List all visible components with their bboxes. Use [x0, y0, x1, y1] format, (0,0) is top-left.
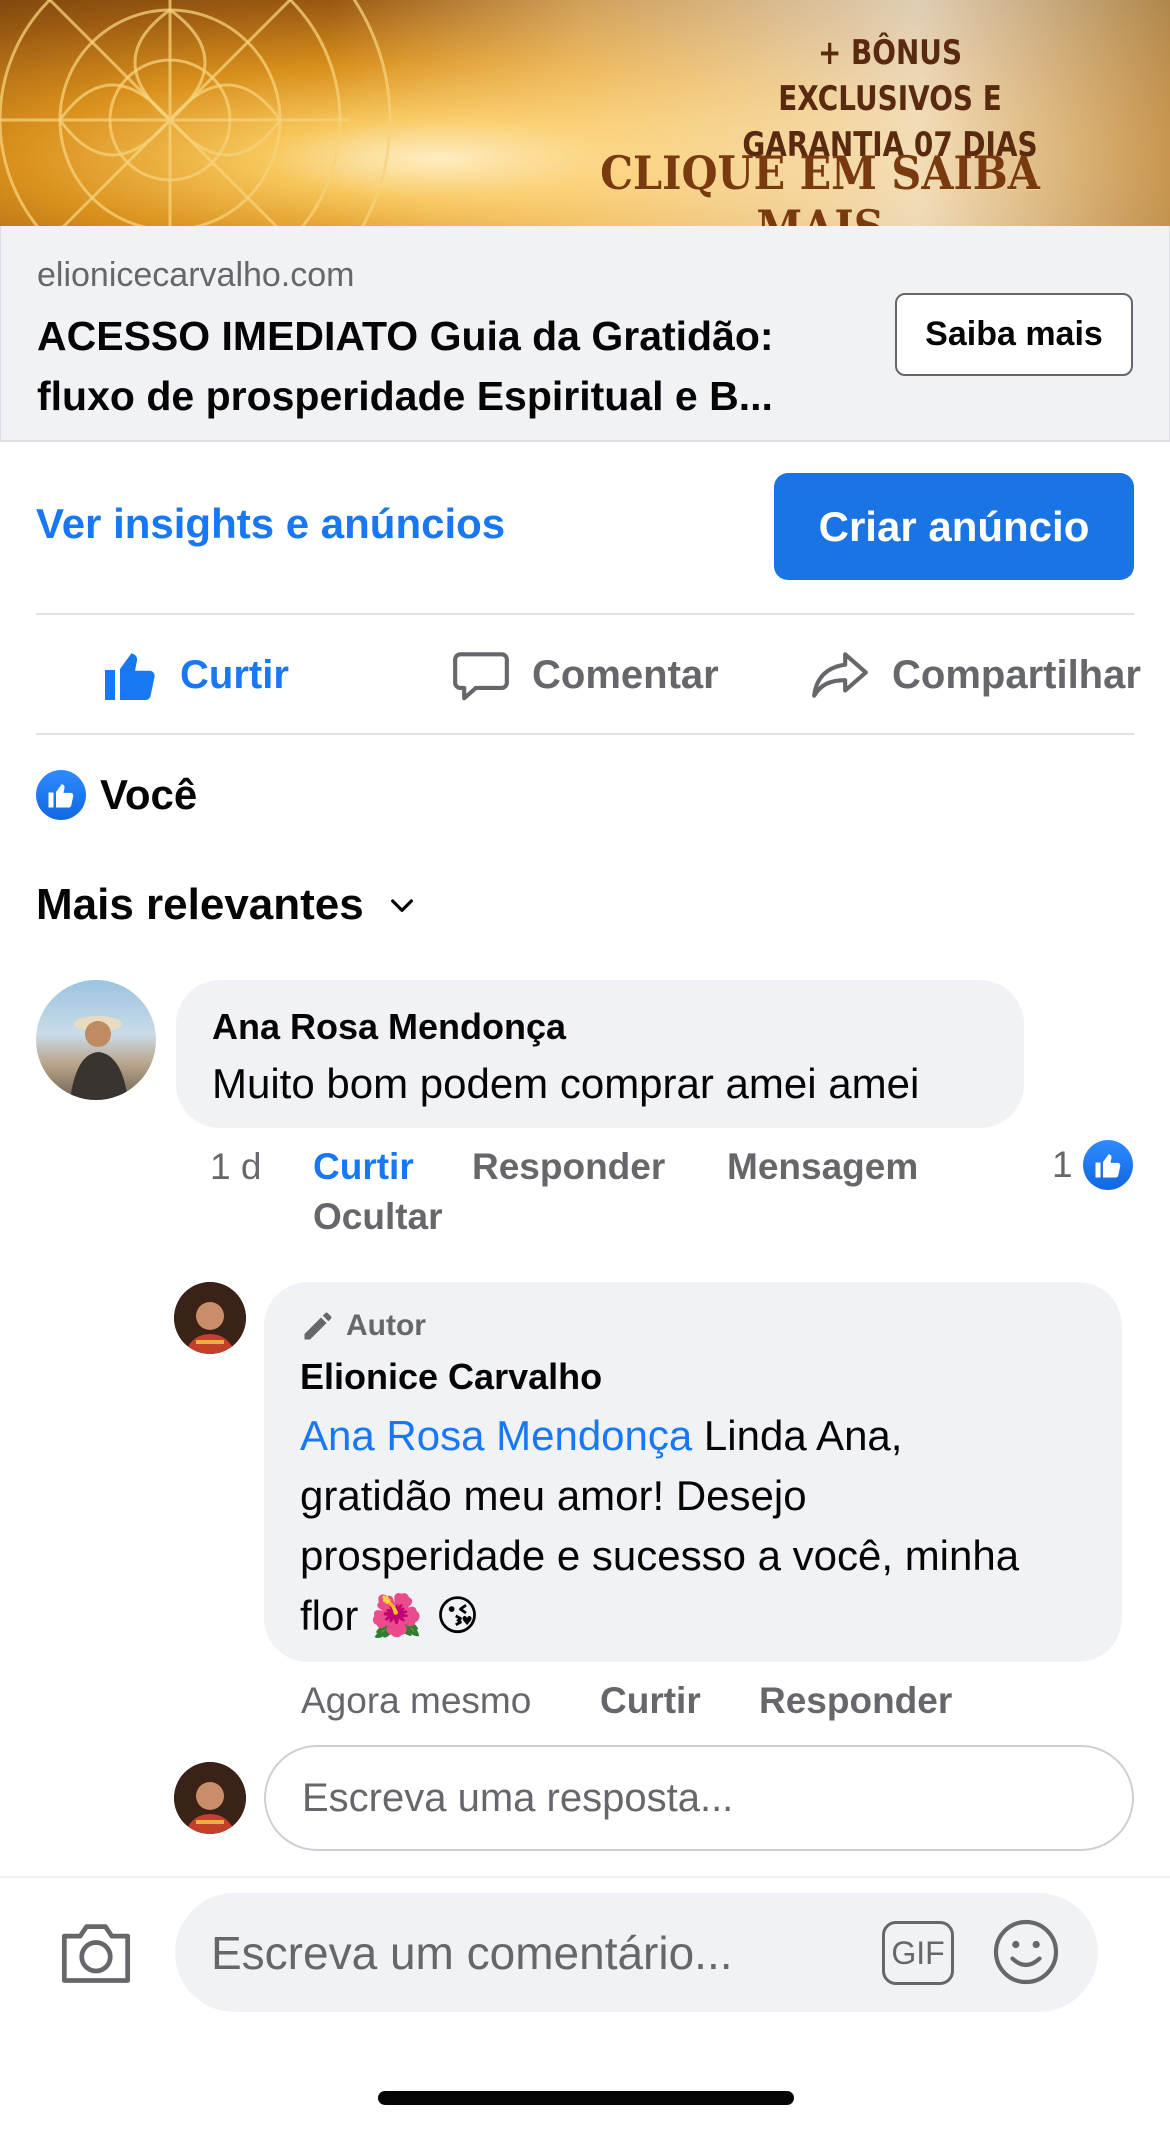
view-insights-link[interactable]: Ver insights e anúncios [36, 500, 505, 548]
comment-time: 1 d [210, 1146, 262, 1187]
comment-sort-dropdown[interactable]: Mais relevantes [36, 880, 418, 930]
like-reaction-icon [36, 770, 86, 820]
composer-placeholder: Escreva um comentário... [211, 1926, 733, 1979]
author-badge-label: Autor [346, 1309, 426, 1342]
divider [0, 1876, 1170, 1878]
reply-bubble[interactable]: Autor Elionice Carvalho Ana Rosa Mendonç… [264, 1282, 1122, 1662]
comment-like-button[interactable]: Curtir [313, 1146, 414, 1188]
comment-reaction-count[interactable]: 1 [1052, 1140, 1133, 1190]
reply-input[interactable]: Escreva uma resposta... [264, 1745, 1134, 1851]
banner-cta-text: CLIQUE EM SAIBA MAIS [600, 146, 1040, 226]
comment-action-button[interactable]: Comentar [450, 640, 719, 710]
reply-author-avatar[interactable] [174, 1282, 246, 1354]
avatar-photo [174, 1282, 246, 1354]
comment-message-button[interactable]: Mensagem [727, 1146, 918, 1188]
comment-hide-button[interactable]: Ocultar [313, 1196, 443, 1238]
comment-bubble[interactable]: Ana Rosa Mendonça Muito bom podem compra… [176, 980, 1024, 1128]
camera-icon[interactable] [58, 1917, 134, 1992]
reply-time: Agora mesmo [301, 1680, 532, 1721]
avatar-photo [174, 1762, 246, 1834]
share-action-button[interactable]: Compartilhar [808, 640, 1141, 710]
saiba-mais-button[interactable]: Saiba mais [895, 293, 1133, 376]
avatar-photo [70, 1016, 128, 1100]
reply-emojis: 🌺 😘 [370, 1591, 480, 1640]
comment-composer-input[interactable]: Escreva um comentário... [175, 1893, 1098, 2012]
create-ad-button[interactable]: Criar anúncio [774, 473, 1134, 580]
home-indicator[interactable] [378, 2091, 794, 2105]
emoji-icon[interactable] [990, 1916, 1062, 1993]
reply-author[interactable]: Elionice Carvalho [300, 1356, 602, 1398]
pencil-icon [304, 1312, 332, 1340]
like-reaction-icon [1082, 1140, 1133, 1190]
reply-reply-button[interactable]: Responder [759, 1680, 952, 1722]
comment-reply-button[interactable]: Responder [472, 1146, 665, 1188]
share-action-label: Compartilhar [892, 652, 1141, 697]
share-arrow-icon [812, 652, 868, 698]
speech-bubble-icon [453, 652, 509, 701]
divider [36, 613, 1134, 615]
comment-text: Muito bom podem comprar amei amei [212, 1060, 920, 1107]
comment-author[interactable]: Ana Rosa Mendonça [212, 1006, 566, 1048]
ad-banner-image[interactable]: + BÔNUS EXCLUSIVOS E GARANTIA 07 DIAS CL… [0, 0, 1170, 226]
like-action-button[interactable]: Curtir [100, 640, 289, 710]
link-domain: elionicecarvalho.com [37, 256, 355, 294]
thumbs-up-icon [105, 653, 155, 700]
divider [36, 733, 1134, 735]
chevron-down-icon [390, 899, 413, 912]
link-title: ACESSO IMEDIATO Guia da Gratidão: fluxo … [37, 313, 774, 419]
reactions-summary[interactable]: Você [36, 770, 197, 820]
reply-like-button[interactable]: Curtir [600, 1680, 701, 1722]
comment-action-label: Comentar [532, 652, 719, 697]
reply-text: Ana Rosa Mendonça Linda Ana, gratidão me… [300, 1412, 1020, 1640]
reply-mention[interactable]: Ana Rosa Mendonça [300, 1412, 692, 1459]
avatar[interactable] [36, 980, 156, 1100]
reaction-count-number: 1 [1052, 1144, 1073, 1185]
sort-label: Mais relevantes [36, 880, 364, 929]
mandala-decoration [0, 0, 392, 226]
author-badge: Autor [300, 1308, 426, 1344]
current-user-avatar [174, 1762, 246, 1834]
reactions-label: Você [100, 771, 198, 818]
like-action-label: Curtir [180, 652, 289, 697]
gif-icon[interactable]: GIF [882, 1921, 954, 1985]
